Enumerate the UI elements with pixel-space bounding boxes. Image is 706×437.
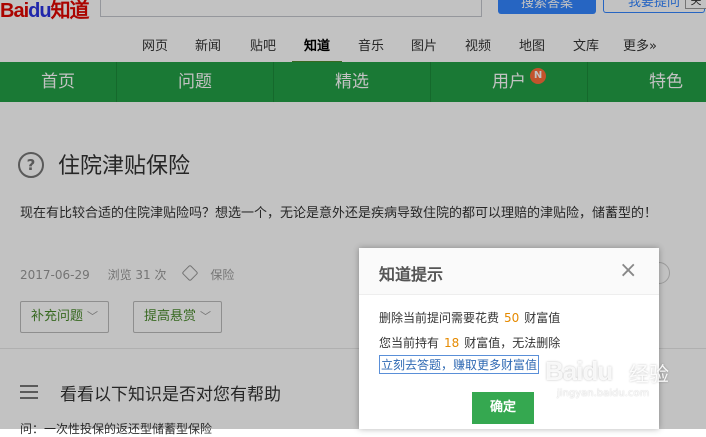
- delete-cost-line: 删除当前提问需要花费 50 财富值: [379, 309, 560, 326]
- watermark-text: 经验: [629, 362, 669, 386]
- wealth-suffix: 财富值，无法删除: [464, 336, 561, 350]
- delete-cost-prefix: 删除当前提问需要花费: [379, 311, 500, 325]
- baidu-jingyan-watermark: Baidu 经验 jingyan.baidu.com: [545, 356, 669, 399]
- zhidao-tip-dialog: 知道提示 × 删除当前提问需要花费 50 财富值 您当前持有 18 财富值，无法删除 立…: [359, 248, 659, 429]
- close-icon[interactable]: ×: [619, 258, 637, 283]
- dialog-header: 知道提示 ×: [359, 248, 659, 295]
- delete-cost-value: 50: [504, 311, 520, 325]
- confirm-button[interactable]: 确定: [472, 392, 534, 424]
- wealth-value: 18: [444, 336, 460, 350]
- delete-cost-suffix: 财富值: [524, 311, 561, 325]
- current-wealth-line: 您当前持有 18 财富值，无法删除: [379, 334, 560, 351]
- watermark-logo: Baidu: [545, 356, 613, 386]
- dialog-title: 知道提示: [379, 265, 444, 284]
- wealth-prefix: 您当前持有: [379, 336, 440, 350]
- answer-to-earn-link[interactable]: 立刻去答题，赚取更多财富值: [379, 355, 540, 374]
- watermark-url: jingyan.baidu.com: [557, 388, 650, 399]
